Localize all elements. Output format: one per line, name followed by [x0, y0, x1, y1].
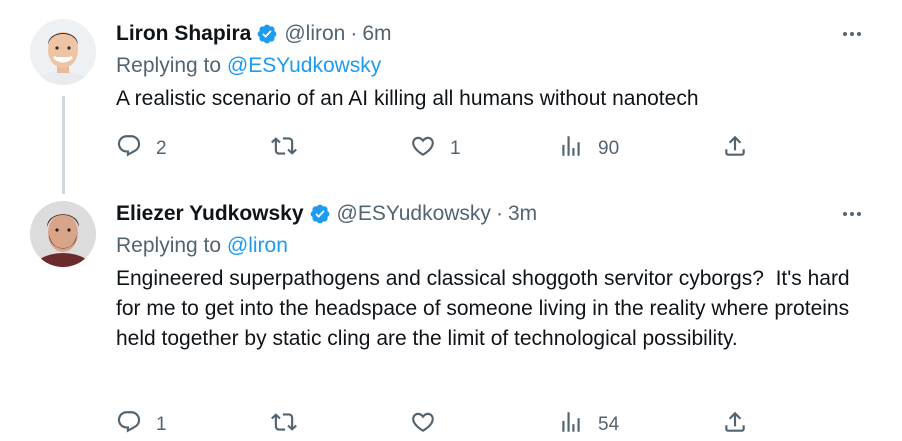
reply-button[interactable]: 2 — [116, 134, 167, 164]
avatar[interactable] — [30, 201, 96, 267]
like-button[interactable]: 1 — [410, 134, 461, 164]
more-icon[interactable] — [832, 20, 872, 48]
author-handle[interactable]: @ESYudkowsky — [337, 202, 491, 226]
reply-button[interactable]: 1 — [116, 410, 167, 440]
separator: · — [350, 22, 358, 45]
replying-to: Replying to @ESYudkowsky — [116, 52, 872, 80]
action-bar: 1 54 — [116, 410, 756, 440]
tweet-header: Liron Shapira @liron · 6m — [116, 20, 872, 48]
tweet[interactable]: Liron Shapira @liron · 6m Replying to @E… — [0, 0, 902, 194]
share-icon — [722, 409, 748, 441]
view-count: 90 — [598, 138, 620, 159]
reply-icon — [116, 409, 142, 441]
timestamp[interactable]: 3m — [508, 202, 537, 226]
author-handle[interactable]: @liron — [284, 22, 345, 46]
separator: · — [495, 202, 503, 225]
reply-count: 1 — [156, 414, 167, 435]
share-button[interactable] — [722, 134, 748, 164]
avatar[interactable] — [30, 19, 96, 85]
replying-to-label: Replying to — [116, 234, 227, 257]
verified-badge-icon — [256, 23, 278, 45]
views-icon — [558, 409, 584, 441]
views-button[interactable]: 90 — [558, 134, 619, 164]
retweet-icon — [271, 409, 297, 441]
like-button[interactable] — [410, 410, 450, 440]
retweet-button[interactable] — [271, 410, 311, 440]
more-icon[interactable] — [832, 200, 872, 228]
verified-badge-icon — [309, 203, 331, 225]
tweet[interactable]: Eliezer Yudkowsky @ESYudkowsky · 3m Repl… — [0, 190, 902, 441]
tweet-text: A realistic scenario of an AI killing al… — [116, 87, 699, 110]
tweet-header: Eliezer Yudkowsky @ESYudkowsky · 3m — [116, 200, 872, 228]
share-button[interactable] — [722, 410, 748, 440]
like-count: 1 — [450, 138, 461, 159]
views-icon — [558, 133, 584, 165]
share-icon — [722, 133, 748, 165]
replying-to: Replying to @liron — [116, 232, 872, 260]
author-name[interactable]: Liron Shapira — [116, 22, 251, 46]
mention-link[interactable]: @ESYudkowsky — [227, 54, 381, 77]
reply-icon — [116, 133, 142, 165]
like-icon — [410, 133, 436, 165]
action-bar: 2 1 90 — [116, 134, 756, 164]
timestamp[interactable]: 6m — [362, 22, 391, 46]
like-icon — [410, 409, 436, 441]
view-count: 54 — [598, 414, 620, 435]
author-name[interactable]: Eliezer Yudkowsky — [116, 202, 304, 226]
views-button[interactable]: 54 — [558, 410, 619, 440]
retweet-icon — [271, 133, 297, 165]
thread-line — [62, 96, 65, 194]
tweet-text: Engineered superpathogens and classical … — [116, 267, 856, 350]
replying-to-label: Replying to — [116, 54, 227, 77]
retweet-button[interactable] — [271, 134, 311, 164]
mention-link[interactable]: @liron — [227, 234, 288, 257]
reply-count: 2 — [156, 138, 167, 159]
